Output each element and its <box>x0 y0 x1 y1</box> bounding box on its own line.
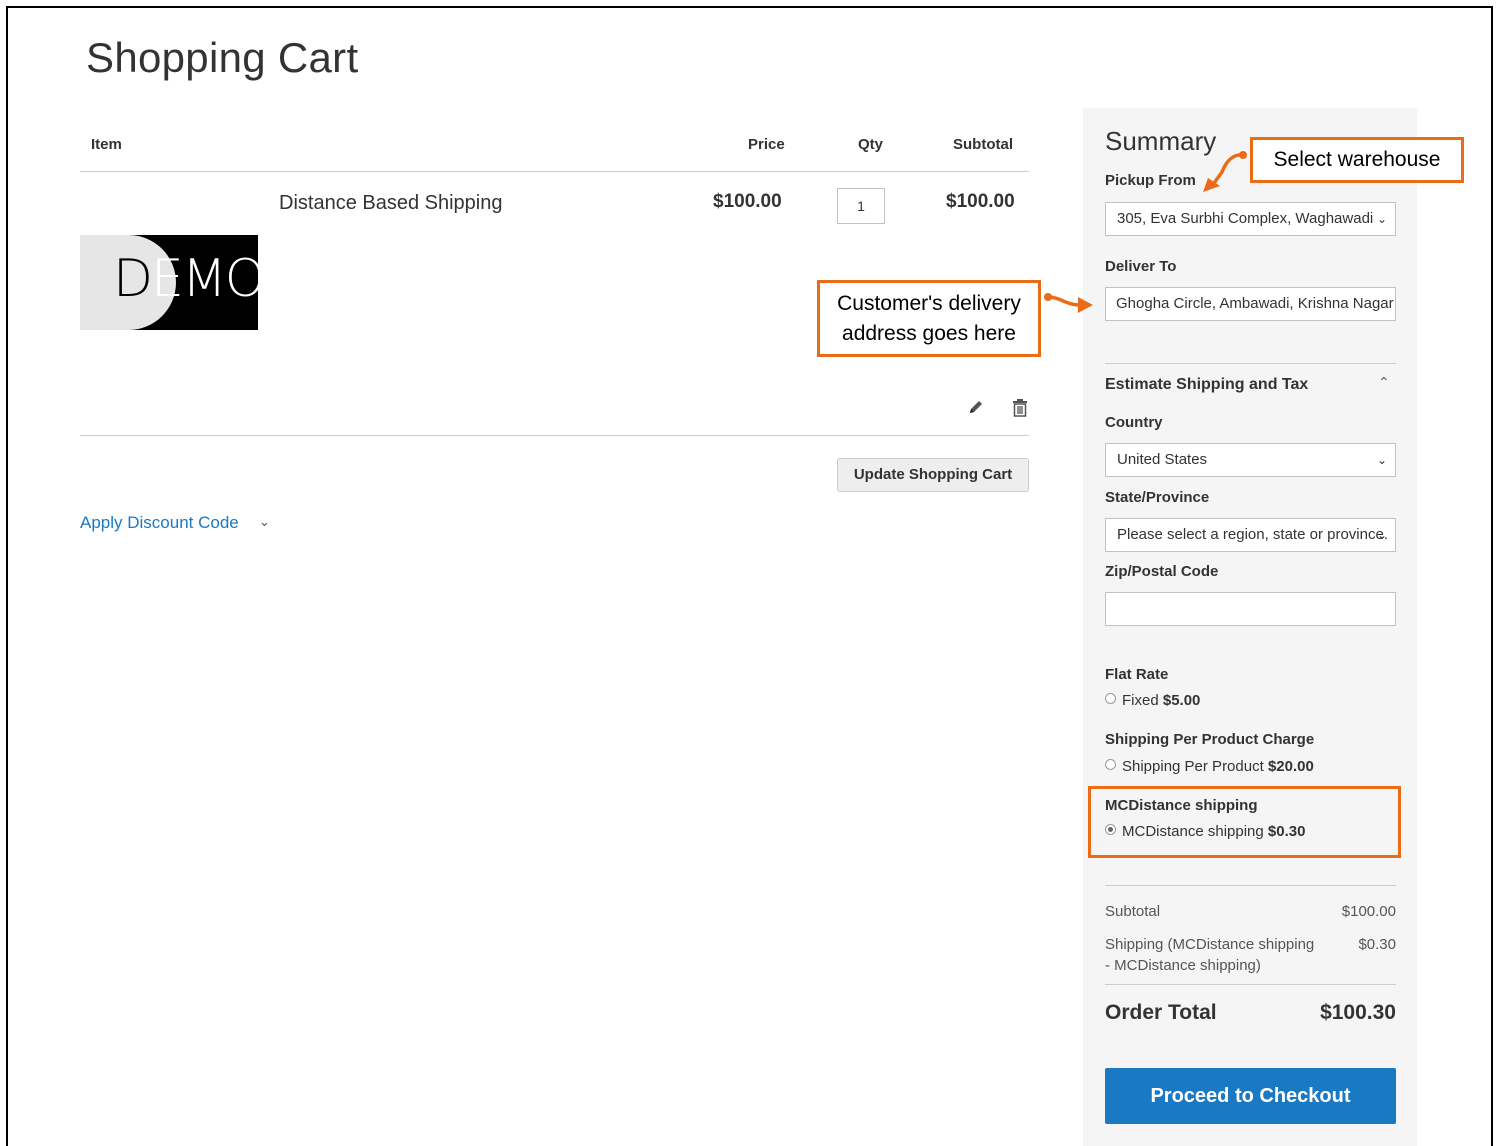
annotation-arrows <box>1044 151 1247 313</box>
arrow-to-deliver-icon <box>1044 293 1093 313</box>
arrow-to-pickup-icon <box>1203 151 1247 192</box>
